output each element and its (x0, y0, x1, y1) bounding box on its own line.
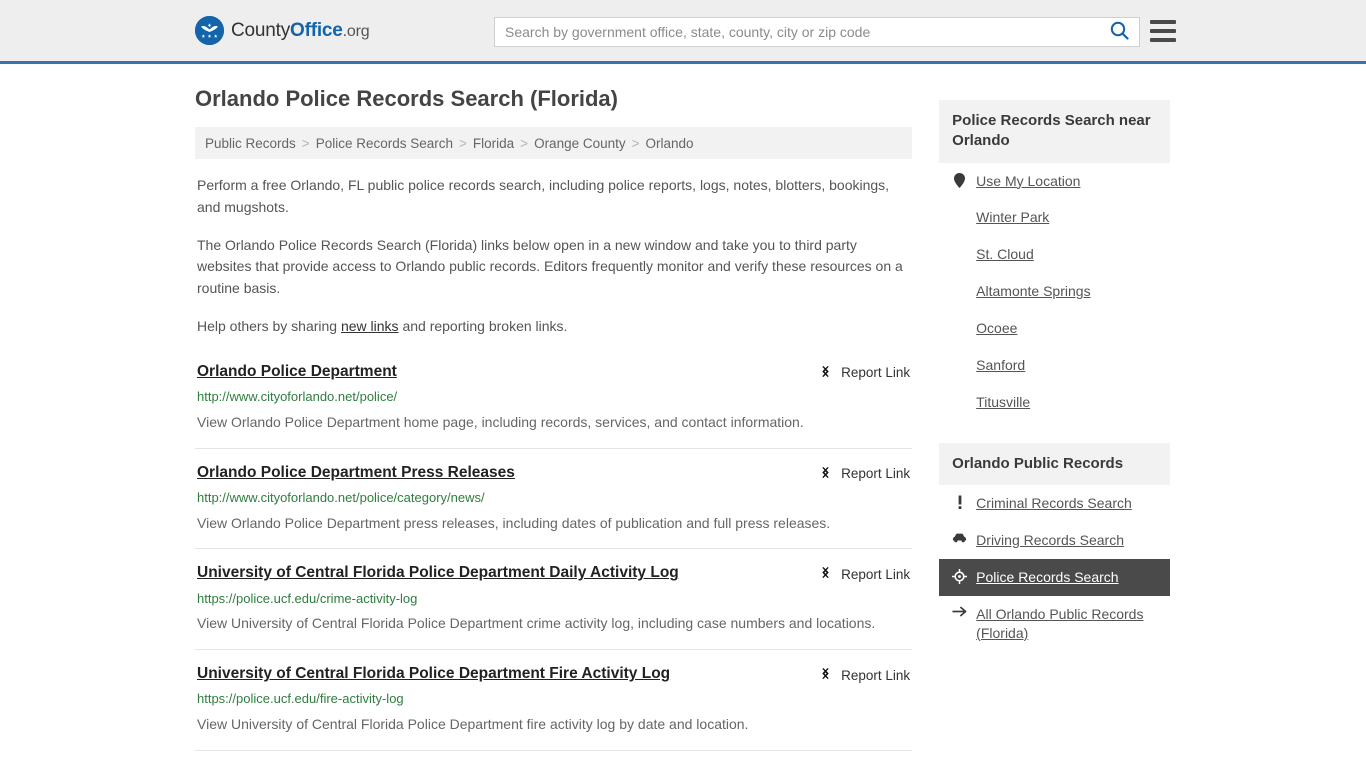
blank-icon (952, 208, 967, 209)
sidebar-item-police-records-search[interactable]: Police Records Search (939, 558, 1170, 596)
blank-icon (952, 282, 967, 283)
sidebar-item-criminal-records-search[interactable]: Criminal Records Search (939, 485, 1170, 522)
sidebar-item-driving-records-search[interactable]: Driving Records Search (939, 522, 1170, 559)
report-link-button[interactable]: Report Link (818, 463, 910, 483)
sidebar-link-label[interactable]: Sanford (976, 356, 1025, 375)
report-link-button[interactable]: Report Link (818, 664, 910, 684)
brand-part-county: County (231, 19, 291, 41)
intro-text: Perform a free Orlando, FL public police… (195, 175, 912, 338)
search-bar[interactable] (494, 17, 1140, 47)
breadcrumb: Public Records > Police Records Search >… (195, 127, 913, 159)
result-description: View Orlando Police Department press rel… (197, 514, 831, 531)
sidebar-link-label[interactable]: All Orlando Public Records (Florida) (976, 605, 1157, 643)
intro-paragraph-3: Help others by sharing new links and rep… (195, 316, 912, 338)
sidebar-item-winter-park[interactable]: Winter Park (939, 199, 1170, 236)
sidebar-link-label[interactable]: Police Records Search (976, 568, 1118, 587)
intro-p3-before: Help others by sharing (197, 318, 341, 335)
report-link-label: Report Link (841, 667, 911, 683)
result-row: University of Central Florida Police Dep… (195, 563, 913, 651)
sidebar-nearby-heading: Police Records Search near Orlando (939, 100, 1170, 163)
sidebar-nearby-list: Use My Location Winter Park St. Cloud Al… (939, 163, 1170, 421)
breadcrumb-separator: > (631, 135, 640, 151)
report-link-label: Report Link (841, 566, 911, 582)
brand-part-tld: .org (342, 22, 370, 40)
search-input[interactable] (495, 18, 1099, 46)
sidebar-link-label[interactable]: Driving Records Search (976, 531, 1124, 550)
report-link-label: Report Link (841, 365, 911, 381)
blank-icon (952, 245, 967, 246)
result-description: View Orlando Police Department home page… (197, 414, 804, 430)
results-list: Orlando Police Department Report Link ht… (195, 362, 913, 751)
breadcrumb-separator: > (301, 135, 310, 151)
exclamation-icon (952, 494, 967, 510)
intro-p3-after: and reporting broken links. (398, 318, 568, 335)
sidebar-link-label[interactable]: Criminal Records Search (976, 494, 1132, 513)
badge-target-icon (952, 568, 968, 584)
sidebar: Police Records Search near Orlando Use M… (939, 86, 1170, 765)
result-row: Orlando Police Department Press Releases… (195, 463, 913, 550)
search-icon (1110, 21, 1129, 43)
broken-link-icon (818, 465, 833, 483)
map-pin-icon (952, 172, 967, 188)
blank-icon (952, 356, 967, 357)
result-title-link[interactable]: Orlando Police Department (197, 362, 397, 382)
sidebar-link-label[interactable]: Winter Park (976, 208, 1049, 227)
sidebar-item-titusville[interactable]: Titusville (939, 384, 1170, 421)
page-body: Orlando Police Records Search (Florida) … (0, 64, 1366, 765)
intro-paragraph-1: Perform a free Orlando, FL public police… (197, 177, 890, 215)
car-icon (952, 531, 967, 543)
sidebar-item-st-cloud[interactable]: St. Cloud (939, 236, 1170, 273)
sidebar-item-ocoee[interactable]: Ocoee (939, 310, 1170, 347)
intro-paragraph-2: The Orlando Police Records Search (Flori… (197, 236, 903, 297)
new-links-link[interactable]: new links (341, 318, 399, 334)
eagle-stars-emblem-icon (195, 16, 224, 45)
breadcrumb-item-florida[interactable]: Florida (473, 136, 514, 151)
sidebar-item-sanford[interactable]: Sanford (939, 347, 1170, 384)
sidebar-link-label[interactable]: Altamonte Springs (976, 282, 1090, 301)
brand-part-office: Office (290, 19, 343, 41)
sidebar-link-label[interactable]: Use My Location (976, 172, 1080, 191)
report-link-button[interactable]: Report Link (818, 362, 910, 382)
result-url: https://police.ucf.edu/crime-activity-lo… (197, 590, 418, 606)
breadcrumb-separator: > (459, 135, 467, 151)
page-title: Orlando Police Records Search (Florida) (195, 86, 618, 111)
breadcrumb-item-public-records[interactable]: Public Records (205, 136, 296, 151)
result-url: http://www.cityoforlando.net/police/ (197, 389, 398, 405)
hamburger-menu-icon[interactable] (1150, 20, 1176, 42)
report-link-button[interactable]: Report Link (818, 563, 910, 583)
sidebar-item-use-my-location[interactable]: Use My Location (939, 163, 1170, 200)
search-button[interactable] (1099, 18, 1139, 46)
broken-link-icon (818, 565, 833, 583)
result-description: View University of Central Florida Polic… (197, 716, 749, 733)
breadcrumb-item-orlando[interactable]: Orlando (646, 136, 694, 151)
result-url: https://police.ucf.edu/fire-activity-log (197, 691, 404, 707)
site-header: CountyOffice.org (0, 0, 1366, 64)
broken-link-icon (818, 364, 833, 382)
result-row: Orlando Police Department Report Link ht… (195, 362, 913, 449)
sidebar-link-label[interactable]: Ocoee (976, 319, 1017, 338)
main-content: Orlando Police Records Search (Florida) … (195, 86, 913, 765)
sidebar-item-all-orlando-public-records[interactable]: All Orlando Public Records (Florida) (939, 596, 1170, 652)
breadcrumb-separator: > (520, 135, 529, 151)
report-link-label: Report Link (841, 466, 911, 482)
result-title-link[interactable]: University of Central Florida Police Dep… (197, 664, 670, 684)
arrow-right-icon (952, 605, 967, 617)
sidebar-link-label[interactable]: St. Cloud (976, 245, 1034, 264)
site-logo-text: CountyOffice.org (231, 19, 370, 42)
breadcrumb-item-police-records-search[interactable]: Police Records Search (316, 136, 453, 151)
result-row: University of Central Florida Police Dep… (195, 664, 913, 751)
sidebar-public-records-heading: Orlando Public Records (939, 442, 1170, 485)
breadcrumb-item-orange-county[interactable]: Orange County (534, 136, 626, 151)
result-title-link[interactable]: Orlando Police Department Press Releases (197, 463, 515, 483)
result-title-link[interactable]: University of Central Florida Police Dep… (197, 563, 679, 583)
site-logo-link[interactable]: CountyOffice.org (195, 16, 370, 45)
sidebar-item-altamonte-springs[interactable]: Altamonte Springs (939, 273, 1170, 310)
sidebar-public-records-list: Criminal Records Search Driving Records … (939, 485, 1170, 651)
blank-icon (952, 319, 967, 320)
result-description: View University of Central Florida Polic… (197, 615, 876, 632)
sidebar-link-label[interactable]: Titusville (976, 393, 1030, 412)
broken-link-icon (818, 666, 833, 684)
blank-icon (952, 393, 967, 394)
result-url: http://www.cityoforlando.net/police/cate… (197, 489, 485, 505)
